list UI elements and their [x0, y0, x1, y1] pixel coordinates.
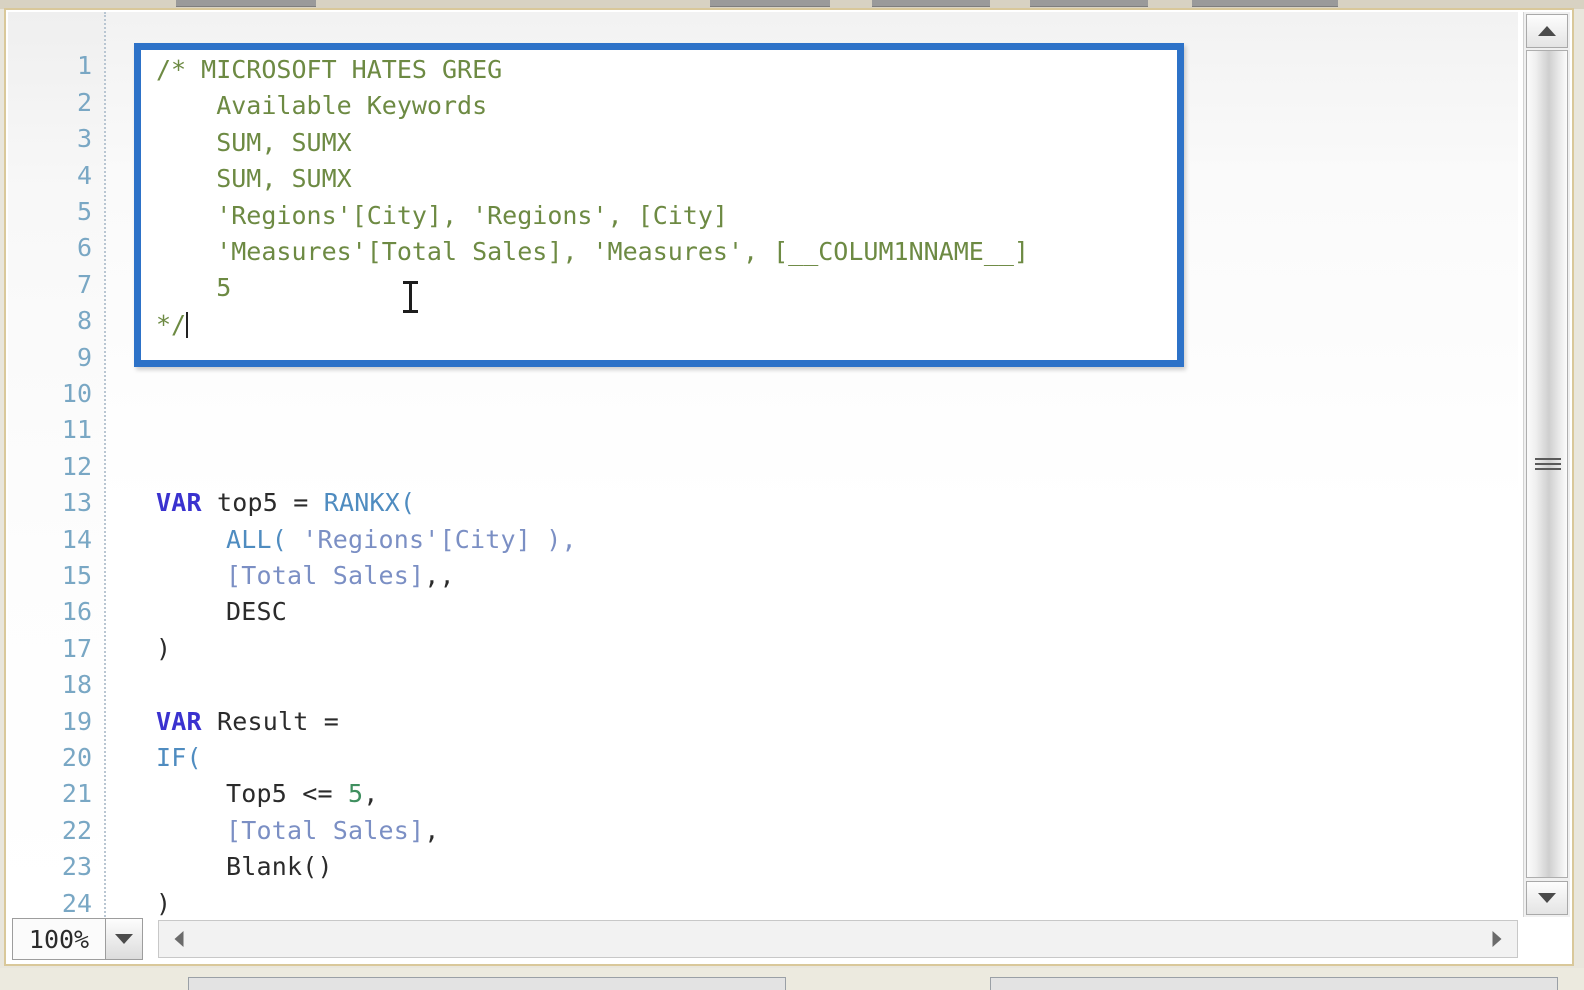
code-line-20[interactable]: 20 Top5 <= 5, — [8, 704, 1518, 808]
formula-editor-window: 1 Top Ranking Pattern = 2 3 4 5 — [4, 8, 1574, 966]
editor-bottom-bar: 100% — [8, 916, 1564, 962]
chevron-down-icon — [115, 934, 133, 944]
code-line-15[interactable]: 15 DESC — [8, 522, 1518, 626]
horizontal-scrollbar[interactable] — [158, 920, 1518, 958]
comment-line-8: */ — [156, 307, 1186, 343]
highlighted-comment-lines: /* MICROSOFT HATES GREG Available Keywor… — [156, 50, 1186, 343]
ibeam-bottom-cap — [403, 310, 418, 313]
zoom-dropdown-button[interactable] — [105, 919, 142, 959]
code-line-22[interactable]: 22 Blank() — [8, 776, 1518, 881]
chrome-bar-3 — [872, 0, 990, 7]
chrome-panel-left — [188, 977, 786, 990]
code-line-13[interactable]: 13 ALL( 'Regions'[City] ), — [8, 449, 1518, 553]
comment-line-2: Available Keywords — [156, 91, 488, 121]
scrollbar-grip-icon — [1535, 458, 1561, 470]
scroll-right-button[interactable] — [1477, 921, 1517, 957]
comment-line-6: 'Measures'[Total Sales], 'Measures', [__… — [156, 236, 1029, 266]
chrome-bar-5 — [1192, 0, 1338, 7]
code-line-16[interactable]: 16 ) — [8, 558, 1518, 662]
zoom-level-combobox[interactable]: 100% — [12, 918, 143, 960]
scroll-left-button[interactable] — [159, 921, 199, 957]
code-line-19[interactable]: 19 IF( — [8, 667, 1518, 772]
comment-block-highlight[interactable]: /* MICROSOFT HATES GREG Available Keywor… — [134, 43, 1184, 367]
code-line-18[interactable]: 18 VAR Result = — [8, 631, 1518, 735]
comment-line-5: 'Regions'[City], 'Regions', [City] — [156, 200, 728, 230]
code-line-23[interactable]: 23 ) — [8, 813, 1518, 917]
formula-editor-body: 1 Top Ranking Pattern = 2 3 4 5 — [6, 10, 1572, 964]
chevron-right-icon — [1492, 931, 1502, 947]
zoom-level-value: 100% — [13, 919, 105, 959]
text-cursor-icon — [401, 278, 419, 316]
chevron-left-icon — [174, 931, 184, 947]
comment-line-7: 5 — [156, 273, 232, 303]
chrome-panel-right — [990, 977, 1558, 990]
bottom-chrome-strip — [0, 968, 1584, 990]
vertical-scrollbar[interactable] — [1523, 12, 1570, 917]
comment-line-3: SUM, SUMX — [156, 127, 352, 157]
scroll-down-button[interactable] — [1526, 881, 1568, 915]
chevron-down-icon — [1538, 893, 1556, 903]
code-editor-surface[interactable]: 1 Top Ranking Pattern = 2 3 4 5 — [8, 12, 1518, 917]
chrome-bar-4 — [1030, 0, 1148, 7]
scroll-up-button[interactable] — [1526, 14, 1568, 48]
screen: 1 Top Ranking Pattern = 2 3 4 5 — [0, 0, 1584, 990]
vertical-scrollbar-thumb[interactable] — [1526, 50, 1568, 878]
code-line-24[interactable]: 24 — [8, 849, 1518, 917]
text-caret — [186, 311, 189, 338]
chrome-bar-1 — [176, 0, 316, 7]
code-line-17[interactable]: 17 — [8, 594, 1518, 663]
code-line-25[interactable]: 25 RETURN Result — [8, 886, 1518, 917]
ibeam-stem — [409, 282, 412, 312]
code-line-14[interactable]: 14 [Total Sales],, — [8, 485, 1518, 590]
comment-line-4: SUM, SUMX — [156, 164, 352, 194]
code-line-11[interactable]: 11 — [8, 376, 1518, 444]
comment-close-token: */ — [156, 309, 187, 339]
code-line-12[interactable]: 12 VAR top5 = RANKX( — [8, 412, 1518, 517]
comment-line-1: /* MICROSOFT HATES GREG — [156, 55, 503, 84]
chevron-up-icon — [1538, 26, 1556, 36]
chrome-bar-2 — [710, 0, 830, 7]
code-line-21[interactable]: 21 [Total Sales], — [8, 740, 1518, 844]
